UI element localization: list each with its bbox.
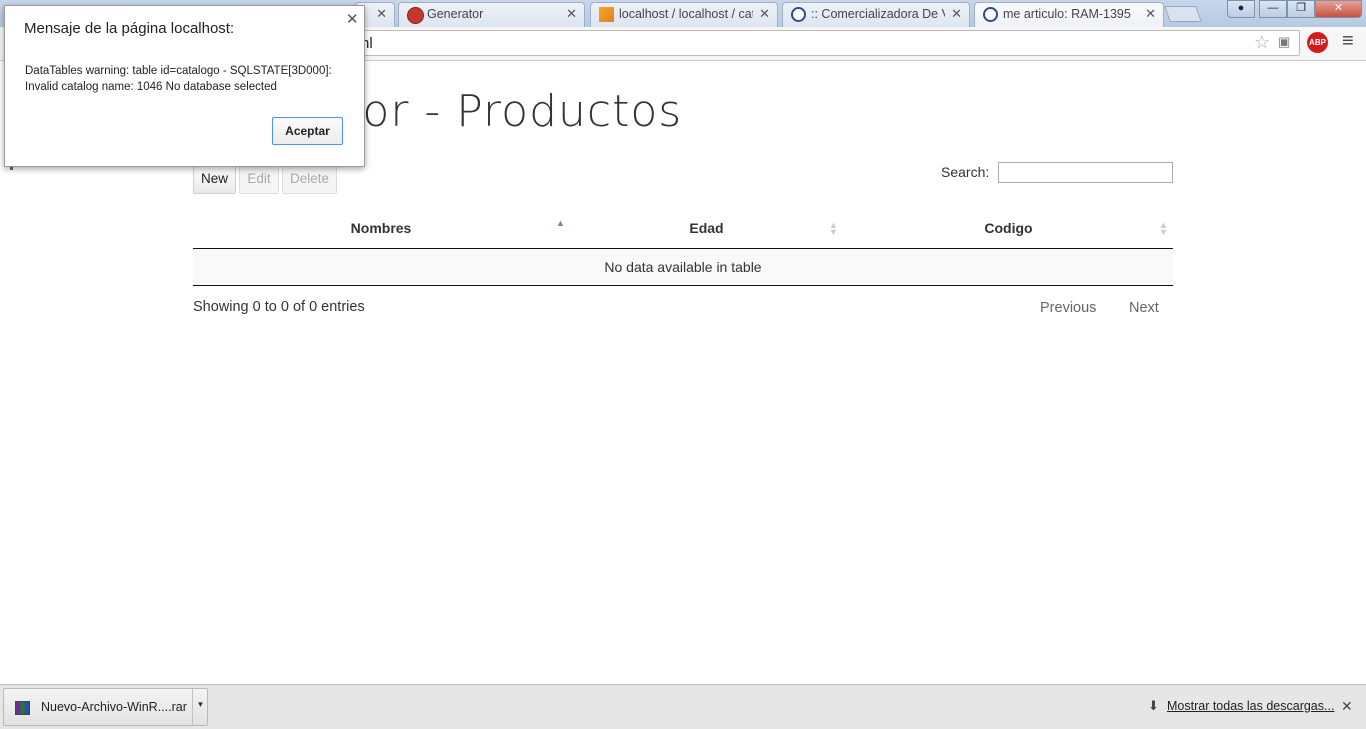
bookmark-star-icon[interactable]: ☆ [1254, 32, 1270, 53]
alert-dialog: Mensaje de la página localhost: ✕ DataTa… [4, 5, 365, 167]
cvg-icon [791, 7, 806, 22]
cvg-icon [983, 7, 998, 22]
sort-asc-icon: ▲ [556, 218, 565, 228]
close-icon[interactable]: ✕ [346, 10, 359, 28]
new-button[interactable]: New [193, 164, 236, 194]
dialog-message-line: Invalid catalog name: 1046 No database s… [25, 81, 277, 93]
close-window-button[interactable]: ✕ [1315, 0, 1362, 18]
column-header-codigo[interactable]: Codigo [844, 220, 1173, 236]
column-header-label: Edad [689, 220, 724, 236]
tab-phpmyadmin[interactable]: localhost / localhost / cate ✕ [590, 2, 778, 27]
user-icon[interactable]: ● [1227, 0, 1255, 18]
maximize-button[interactable]: ❐ [1287, 0, 1315, 18]
tab-generator[interactable]: Generator ✕ [398, 2, 585, 27]
tab-comercializadora[interactable]: :: Comercializadora De Va ✕ [782, 2, 970, 27]
download-icon: ⬇ [1148, 698, 1159, 713]
download-item[interactable]: Nuevo-Archivo-WinR....rar ▼ [3, 688, 208, 726]
sort-both-icon: ▲ ▼ [1159, 220, 1168, 237]
tab-articulo[interactable]: me articulo: RAM-1395 ✕ [974, 2, 1164, 27]
column-header-label: Codigo [984, 220, 1033, 236]
sort-both-icon: ▲ ▼ [829, 220, 838, 237]
adblock-icon[interactable]: ABP [1307, 32, 1328, 53]
close-icon[interactable]: ✕ [1145, 3, 1156, 25]
table-info: Showing 0 to 0 of 0 entries [193, 299, 365, 315]
dialog-title: Mensaje de la página localhost: [24, 20, 235, 37]
column-header-label: Nombres [350, 220, 412, 236]
search-input[interactable] [998, 162, 1173, 183]
previous-button[interactable]: Previous [1040, 300, 1096, 316]
close-icon[interactable]: ✕ [951, 3, 962, 25]
column-header-edad[interactable]: Edad [569, 220, 844, 236]
close-icon[interactable]: ✕ [759, 3, 770, 25]
dialog-message: DataTables warning: table id=catalogo - … [25, 63, 355, 95]
accept-button[interactable]: Aceptar [272, 117, 343, 145]
show-all-downloads-link[interactable]: Mostrar todas las descargas... [1167, 699, 1334, 713]
column-header-nombres[interactable]: Nombres [193, 220, 569, 236]
tab-title: Generator [427, 7, 484, 21]
minimize-button[interactable]: — [1259, 0, 1287, 18]
rar-file-icon [15, 701, 30, 715]
generator-icon [407, 7, 424, 24]
table-empty-row: No data available in table [193, 249, 1173, 286]
tab-title: :: Comercializadora De Va [811, 7, 945, 21]
close-icon[interactable]: ✕ [566, 3, 577, 25]
menu-icon[interactable]: ≡ [1342, 30, 1354, 53]
download-file-name: Nuevo-Archivo-WinR....rar [41, 700, 187, 714]
edit-button[interactable]: Edit [239, 164, 279, 194]
close-icon[interactable]: ✕ [376, 3, 387, 25]
tab-title: localhost / localhost / cate [619, 7, 753, 21]
download-shelf: Nuevo-Archivo-WinR....rar ▼ ⬇ Mostrar to… [0, 684, 1366, 729]
delete-button[interactable]: Delete [282, 164, 337, 194]
close-icon[interactable]: ✕ [1341, 698, 1353, 715]
chevron-down-icon[interactable]: ▼ [192, 689, 208, 725]
phpmyadmin-icon [599, 7, 614, 22]
translate-icon[interactable]: ▣ [1278, 34, 1290, 50]
new-tab-button[interactable] [1164, 6, 1202, 22]
tab-title: me articulo: RAM-1395 [1003, 7, 1131, 21]
next-button[interactable]: Next [1129, 300, 1159, 316]
search-label: Search: [941, 164, 990, 180]
dialog-message-line: DataTables warning: table id=catalogo - … [25, 65, 332, 77]
